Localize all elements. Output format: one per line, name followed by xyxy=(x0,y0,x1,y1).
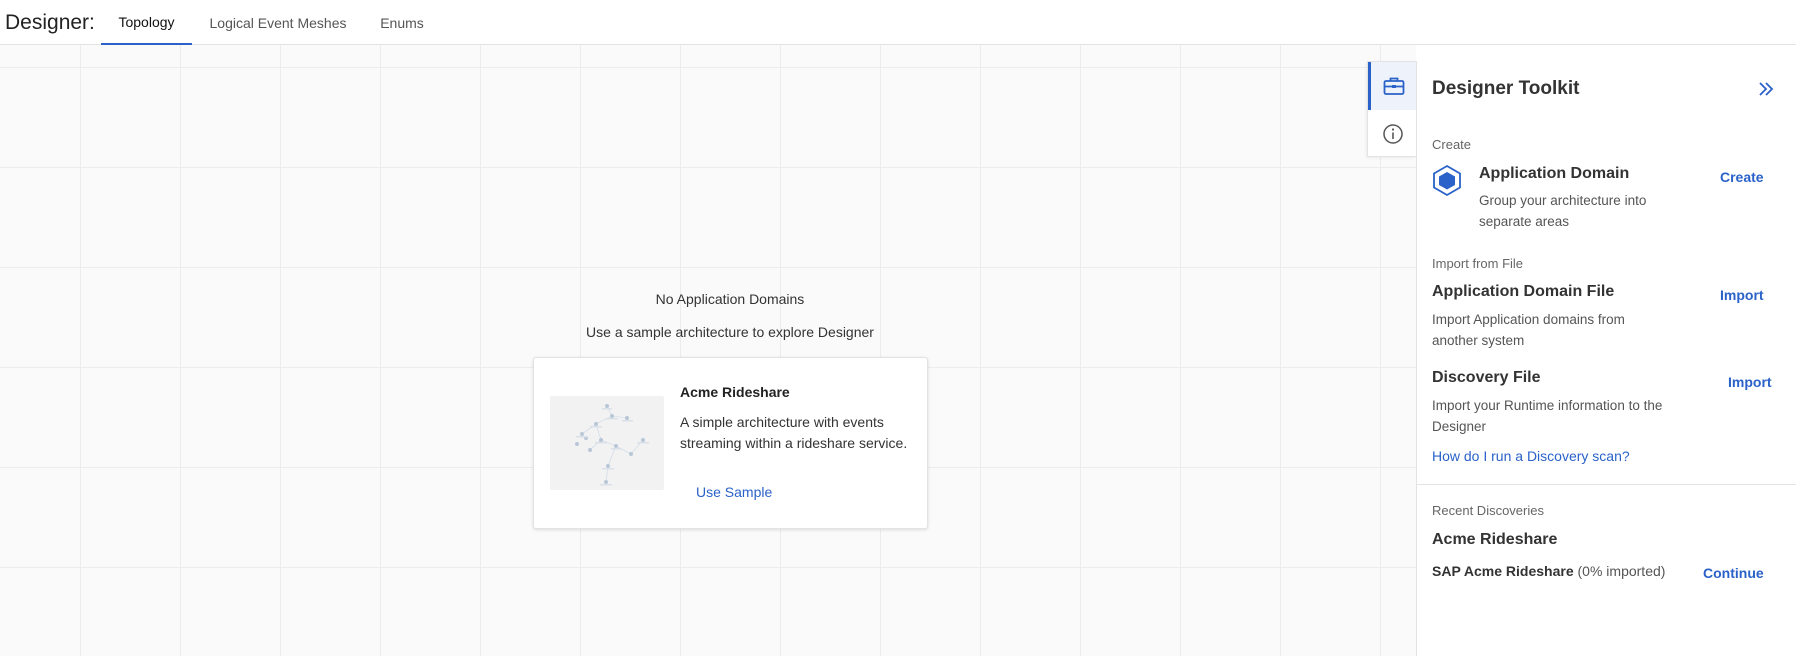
toolkit-icon xyxy=(1383,77,1405,95)
import-discovery-file-button[interactable]: Import xyxy=(1728,374,1772,390)
application-domain-file-description: Import Application domains from another … xyxy=(1432,312,1625,348)
tab-topology[interactable]: Topology xyxy=(101,0,192,45)
panel-title: Designer Toolkit xyxy=(1432,78,1580,99)
info-rail-button[interactable] xyxy=(1368,110,1417,158)
sample-diagram-thumbnail xyxy=(575,404,649,486)
use-sample-button[interactable]: Use Sample xyxy=(696,484,772,500)
top-header: Designer: Topology Logical Event Meshes … xyxy=(0,0,1796,45)
side-rail xyxy=(1367,61,1417,158)
info-icon xyxy=(1382,124,1403,144)
tab-enums[interactable]: Enums xyxy=(370,0,434,45)
toolkit-rail-button[interactable] xyxy=(1368,62,1417,110)
recent-discovery-row: SAP Acme Rideshare (0% imported) xyxy=(1432,563,1665,579)
import-section-label: Import from File xyxy=(1432,256,1524,271)
section-divider xyxy=(1417,484,1796,485)
sample-architecture-card: Acme Rideshare A simple architecture wit… xyxy=(533,357,928,529)
application-domain-description: Group your architecture into separate ar… xyxy=(1479,193,1647,229)
recent-discovery-status: (0% imported) xyxy=(1573,563,1666,579)
topology-canvas[interactable]: No Application Domains Use a sample arch… xyxy=(0,45,1416,656)
application-domain-icon xyxy=(1433,164,1461,197)
create-application-domain-button[interactable]: Create xyxy=(1720,169,1764,185)
recent-discoveries-label: Recent Discoveries xyxy=(1432,503,1544,518)
discovery-scan-help-link[interactable]: How do I run a Discovery scan? xyxy=(1432,448,1630,464)
page-title: Designer: xyxy=(5,11,95,34)
recent-discovery-name: SAP Acme Rideshare xyxy=(1432,563,1574,579)
application-domain-file-title: Application Domain File xyxy=(1432,283,1615,300)
create-section-label: Create xyxy=(1432,137,1472,152)
discovery-file-title: Discovery File xyxy=(1432,369,1541,386)
empty-state-title: No Application Domains xyxy=(655,291,805,307)
discovery-file-description: Import your Runtime information to the D… xyxy=(1432,398,1663,434)
import-application-domain-file-button[interactable]: Import xyxy=(1720,287,1764,303)
tab-logical-event-meshes[interactable]: Logical Event Meshes xyxy=(200,0,356,45)
recent-discovery-title: Acme Rideshare xyxy=(1432,531,1558,548)
continue-discovery-button[interactable]: Continue xyxy=(1703,565,1764,581)
double-chevron-right-icon xyxy=(1759,82,1774,96)
sample-thumbnail xyxy=(550,396,664,490)
designer-toolkit-panel: Designer Toolkit Create Application Doma… xyxy=(1416,61,1796,656)
sample-name: Acme Rideshare xyxy=(680,384,790,400)
empty-state-subtitle: Use a sample architecture to explore Des… xyxy=(586,324,874,340)
sample-description: A simple architecture with events stream… xyxy=(680,414,908,451)
application-domain-title: Application Domain xyxy=(1479,165,1630,182)
collapse-panel-button[interactable] xyxy=(1754,77,1778,101)
